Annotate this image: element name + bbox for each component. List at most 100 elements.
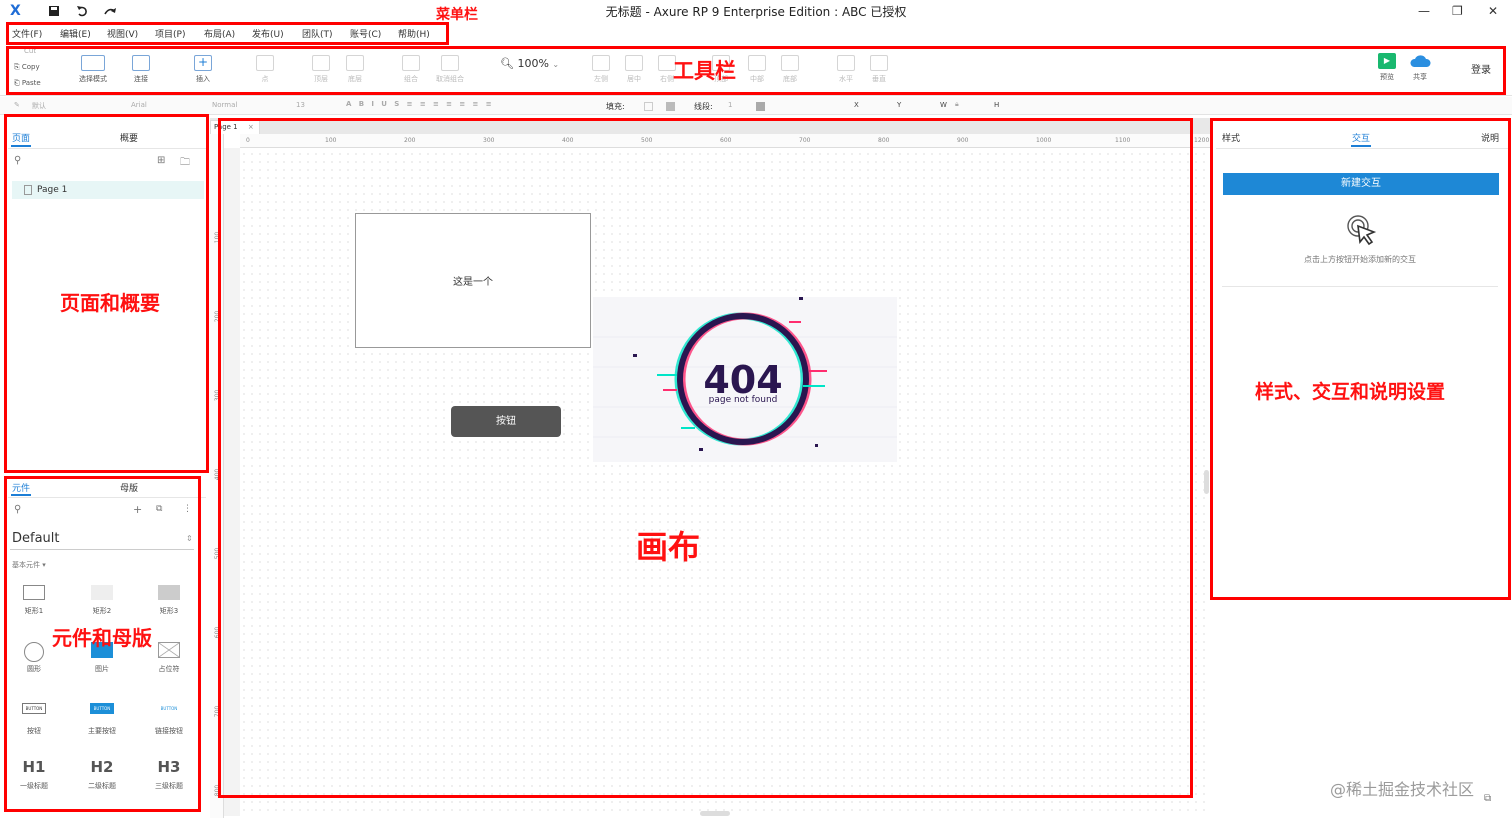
- menu-edit[interactable]: 编辑(E): [60, 27, 91, 40]
- ruler-tick-label: 600: [214, 626, 222, 639]
- widget-label: 三级标题: [155, 782, 183, 790]
- more-icon[interactable]: ⋮: [183, 504, 192, 514]
- font-size-select[interactable]: 13: [296, 101, 305, 109]
- divider: [1222, 286, 1498, 287]
- widget-rectangle3[interactable]: 矩形3: [139, 585, 199, 616]
- primary-button-icon: BUTTON: [90, 703, 114, 714]
- lock-icon[interactable]: 🔒︎: [955, 100, 959, 109]
- login-button[interactable]: 登录: [1471, 61, 1491, 76]
- distribute-h-button[interactable]: 水平: [833, 55, 859, 84]
- bring-top-button[interactable]: 顶层: [308, 55, 334, 84]
- align-bottom-button[interactable]: 底部: [777, 55, 803, 84]
- share-button[interactable]: 共享: [1406, 53, 1434, 82]
- page-tab[interactable]: Page 1 ×: [210, 120, 260, 134]
- font-weight-select[interactable]: Normal: [212, 101, 237, 109]
- widget-label: 按钮: [27, 727, 41, 735]
- copy-button[interactable]: ⎘ Copy: [14, 63, 40, 72]
- preview-button[interactable]: ▶ 预览: [1374, 53, 1400, 82]
- align-left-button[interactable]: 左侧: [588, 55, 614, 84]
- ungroup-button[interactable]: 取消组合: [430, 55, 470, 84]
- canvas-image-404[interactable]: 404 page not found: [593, 297, 897, 462]
- line-color-swatch[interactable]: [756, 102, 765, 111]
- widget-link-button[interactable]: BUTTON 链接按钮: [139, 703, 199, 736]
- y-label: Y: [897, 101, 902, 109]
- align-center-label: 居中: [627, 75, 641, 83]
- group-icon: [402, 55, 420, 71]
- fill-color-swatch[interactable]: [644, 102, 653, 111]
- close-tab-icon[interactable]: ×: [248, 123, 254, 131]
- tab-interactions[interactable]: 交互: [1352, 131, 1370, 144]
- menu-project[interactable]: 项目(P): [155, 27, 185, 40]
- tab-pages-underline: [11, 145, 31, 147]
- widget-h3[interactable]: H3 三级标题: [139, 758, 199, 791]
- menu-view[interactable]: 视图(V): [107, 27, 138, 40]
- align-center-button[interactable]: 居中: [621, 55, 647, 84]
- send-bottom-button[interactable]: 底层: [342, 55, 368, 84]
- widget-primary-button[interactable]: BUTTON 主要按钮: [72, 703, 132, 736]
- button-icon: BUTTON: [22, 703, 46, 714]
- section-header[interactable]: 基本元件 ▾: [12, 560, 46, 570]
- ruler-tick-label: 0: [246, 137, 250, 144]
- style-select[interactable]: 默认: [32, 101, 46, 111]
- search-icon[interactable]: ⚲: [14, 155, 21, 166]
- tab-pages[interactable]: 页面: [12, 131, 30, 144]
- annotation-toolbar: 工具栏: [673, 59, 736, 83]
- distribute-h-icon: [837, 55, 855, 71]
- annotation-pages: 页面和概要: [60, 291, 160, 315]
- ruler-horizontal: 0 100 200 300 400 500 600 700 800 900 1000 1100 1200: [240, 134, 1210, 148]
- maximize-icon[interactable]: ❐: [1452, 4, 1463, 18]
- align-middle-button[interactable]: 中部: [744, 55, 770, 84]
- cut-button[interactable]: Cut: [24, 47, 36, 55]
- watermark: @稀土掘金技术社区: [1330, 780, 1475, 799]
- zoom-control[interactable]: 🔍︎ 100% ⌄: [500, 57, 559, 70]
- resize-icon[interactable]: ⧉: [1484, 793, 1491, 804]
- widget-label: 矩形3: [159, 607, 179, 615]
- fill-image-swatch[interactable]: [666, 102, 675, 111]
- font-select[interactable]: Arial: [131, 101, 147, 109]
- add-library-icon[interactable]: +: [133, 503, 142, 516]
- search-icon[interactable]: ⚲: [14, 504, 21, 515]
- select-mode-button[interactable]: 选择模式: [66, 55, 120, 84]
- tab-widgets[interactable]: 元件: [12, 481, 30, 494]
- ruler-vertical: 100 200 300 400 500 600 700 800: [210, 134, 224, 818]
- vertical-scrollbar[interactable]: [1204, 470, 1209, 494]
- line-width-field[interactable]: 1: [728, 101, 732, 109]
- add-folder-icon[interactable]: 🗀︎: [180, 155, 190, 172]
- library-select[interactable]: Default: [12, 531, 60, 546]
- group-button[interactable]: 组合: [398, 55, 424, 84]
- paste-button[interactable]: ⎗ Paste: [14, 79, 41, 88]
- insert-button[interactable]: + 插入: [188, 55, 218, 84]
- horizontal-scrollbar[interactable]: [700, 811, 730, 816]
- ruler-tick-label: 900: [957, 137, 969, 144]
- tab-notes[interactable]: 说明: [1481, 131, 1499, 144]
- paint-style-icon[interactable]: ✎: [14, 101, 20, 109]
- tab-outline[interactable]: 概要: [120, 131, 138, 144]
- distribute-v-button[interactable]: 垂直: [866, 55, 892, 84]
- connect-button[interactable]: 连接: [126, 55, 156, 84]
- page-tab-label: Page 1: [214, 123, 238, 131]
- menu-team[interactable]: 团队(T): [302, 27, 333, 40]
- widget-h2[interactable]: H2 二级标题: [72, 758, 132, 791]
- tab-style[interactable]: 样式: [1222, 131, 1240, 144]
- tab-masters[interactable]: 母版: [120, 481, 138, 494]
- new-interaction-button[interactable]: 新建交互: [1223, 173, 1499, 195]
- menu-layout[interactable]: 布局(A): [204, 27, 235, 40]
- widget-rectangle1[interactable]: 矩形1: [4, 585, 64, 616]
- widget-rectangle2[interactable]: 矩形2: [72, 585, 132, 616]
- minimize-icon[interactable]: —: [1418, 4, 1430, 18]
- point-icon: [256, 55, 274, 71]
- widget-h1[interactable]: H1 一级标题: [4, 758, 64, 791]
- add-page-icon[interactable]: ⊞: [157, 155, 165, 166]
- point-button[interactable]: 点: [252, 55, 278, 84]
- widget-button[interactable]: BUTTON 按钮: [4, 703, 64, 736]
- close-icon[interactable]: ✕: [1488, 4, 1498, 18]
- text-format-icons[interactable]: A B I U S ≡ ≡ ≡ ≡ ≡ ≡ ≡: [346, 100, 492, 108]
- canvas-button[interactable]: 按钮: [451, 406, 561, 437]
- menu-account[interactable]: 账号(C): [350, 27, 381, 40]
- align-bottom-icon: [781, 55, 799, 71]
- menu-help[interactable]: 帮助(H): [398, 27, 430, 40]
- library-icon[interactable]: ⧉: [156, 504, 162, 514]
- menu-publish[interactable]: 发布(U): [252, 27, 284, 40]
- chevron-updown-icon[interactable]: ⇕: [186, 534, 193, 543]
- menu-file[interactable]: 文件(F): [12, 27, 42, 40]
